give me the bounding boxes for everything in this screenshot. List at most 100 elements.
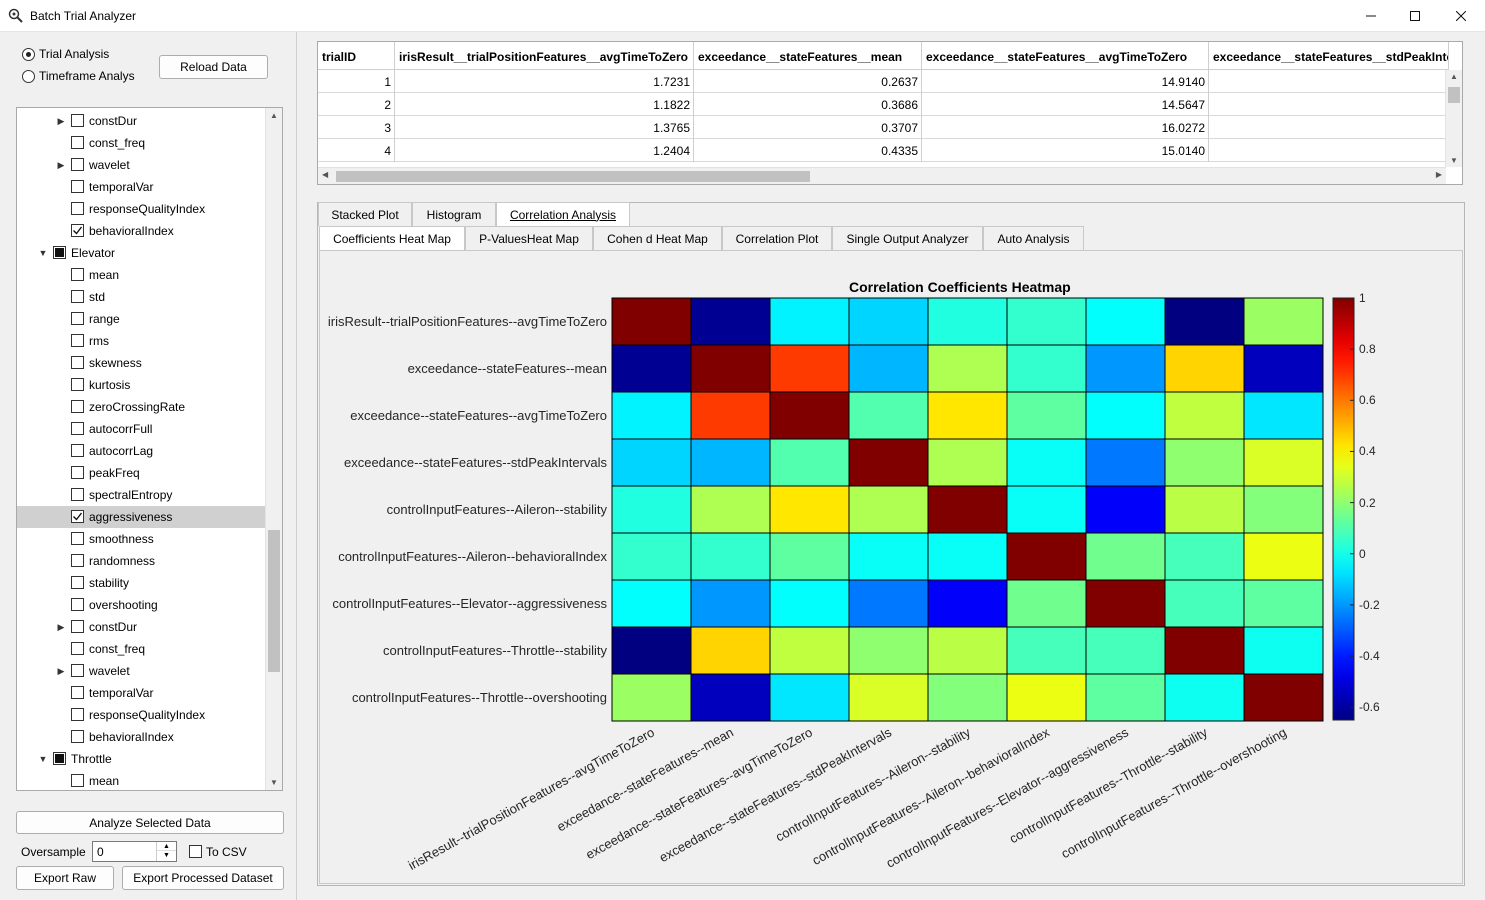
tab-inner[interactable]: Auto Analysis <box>983 226 1084 250</box>
tree-item[interactable]: peakFreq <box>17 462 265 484</box>
table-hscroll-thumb[interactable] <box>336 171 810 182</box>
panel-divider[interactable] <box>296 32 297 900</box>
tab-inner[interactable]: Correlation Plot <box>722 226 832 250</box>
tree-checkbox[interactable] <box>71 488 84 501</box>
export-raw-button[interactable]: Export Raw <box>16 866 114 890</box>
tree-item[interactable]: const_freq <box>17 638 265 660</box>
tree-checkbox[interactable] <box>71 466 84 479</box>
scroll-down-icon[interactable]: ▼ <box>1450 156 1458 165</box>
table-cell[interactable] <box>1209 93 1449 116</box>
tree-checkbox[interactable] <box>71 730 84 743</box>
tab-inner[interactable]: Coefficients Heat Map <box>319 226 465 250</box>
tree-checkbox[interactable] <box>71 642 84 655</box>
tree-checkbox[interactable] <box>71 202 84 215</box>
tree-item[interactable]: std <box>17 286 265 308</box>
table-cell[interactable] <box>1209 139 1449 162</box>
tree-item[interactable]: stability <box>17 572 265 594</box>
table-cell[interactable]: 15.0140 <box>922 139 1209 162</box>
tree-item[interactable]: spectralEntropy <box>17 484 265 506</box>
table-hscroll[interactable]: ◀ ▶ <box>318 167 1446 184</box>
table-cell[interactable]: 2 <box>318 93 395 116</box>
tree-item[interactable]: temporalVar <box>17 682 265 704</box>
tree-checkbox[interactable] <box>71 708 84 721</box>
tree-item[interactable]: mean <box>17 264 265 286</box>
tree-item[interactable]: autocorrLag <box>17 440 265 462</box>
tree-item[interactable]: temporalVar <box>17 176 265 198</box>
tree-item[interactable]: autocorrFull <box>17 418 265 440</box>
tree-item[interactable]: range <box>17 308 265 330</box>
expand-down-icon[interactable]: ▼ <box>39 754 48 764</box>
table-row[interactable]: 1 1.7231 0.2637 14.9140 <box>318 70 1449 93</box>
tree-item[interactable]: overshooting <box>17 594 265 616</box>
tree-item[interactable]: skewness <box>17 352 265 374</box>
table-row[interactable]: 3 1.3765 0.3707 16.0272 <box>318 116 1449 139</box>
maximize-icon[interactable] <box>1392 0 1438 32</box>
tree-checkbox[interactable] <box>53 246 66 259</box>
tree-checkbox[interactable] <box>71 356 84 369</box>
column-header[interactable]: irisResult__trialPositionFeatures__avgTi… <box>395 42 694 70</box>
minimize-icon[interactable] <box>1348 0 1394 32</box>
tab-outer[interactable]: Histogram <box>412 202 496 226</box>
tree-checkbox[interactable] <box>71 664 84 677</box>
tree-checkbox[interactable] <box>71 114 84 127</box>
tree-checkbox[interactable] <box>71 268 84 281</box>
table-vscroll-thumb[interactable] <box>1448 87 1460 103</box>
tree-item[interactable]: behavioralIndex <box>17 726 265 748</box>
spin-down-icon[interactable]: ▼ <box>157 851 176 860</box>
tree-checkbox[interactable] <box>71 576 84 589</box>
column-header[interactable]: exceedance__stateFeatures__stdPeakInterv… <box>1209 42 1449 70</box>
tree-checkbox[interactable] <box>71 532 84 545</box>
tree-item[interactable]: ▶ wavelet <box>17 154 265 176</box>
tree-item[interactable]: zeroCrossingRate <box>17 396 265 418</box>
to-csv-checkbox[interactable] <box>189 845 202 858</box>
expand-right-icon[interactable]: ▶ <box>57 160 65 170</box>
table-cell[interactable]: 0.3707 <box>694 116 922 139</box>
expand-down-icon[interactable]: ▼ <box>39 248 48 258</box>
table-cell[interactable] <box>1209 116 1449 139</box>
export-processed-button[interactable]: Export Processed Dataset <box>122 866 284 890</box>
tree-checkbox[interactable] <box>71 422 84 435</box>
table-cell[interactable]: 4 <box>318 139 395 162</box>
table-cell[interactable]: 0.3686 <box>694 93 922 116</box>
tree-checkbox[interactable] <box>71 400 84 413</box>
tree-item[interactable]: kurtosis <box>17 374 265 396</box>
table-cell[interactable]: 1.1822 <box>395 93 694 116</box>
close-icon[interactable] <box>1438 0 1484 32</box>
spin-up-icon[interactable]: ▲ <box>157 842 176 851</box>
tree-item[interactable]: ▼ Elevator <box>17 242 265 264</box>
tree-item[interactable]: aggressiveness <box>17 506 265 528</box>
table-cell[interactable]: 1 <box>318 70 395 93</box>
tree-item[interactable]: ▶ wavelet <box>17 660 265 682</box>
tree-item[interactable]: smoothness <box>17 528 265 550</box>
data-table[interactable]: trialID irisResult__trialPositionFeatures… <box>317 41 1463 185</box>
column-header[interactable]: trialID <box>318 42 395 70</box>
tree-checkbox[interactable] <box>71 554 84 567</box>
table-cell[interactable]: 1.3765 <box>395 116 694 139</box>
tree-checkbox[interactable] <box>71 378 84 391</box>
tree-item[interactable]: responseQualityIndex <box>17 704 265 726</box>
tree-item[interactable]: ▶ constDur <box>17 110 265 132</box>
scroll-up-icon[interactable]: ▲ <box>1450 72 1458 81</box>
oversample-spinner[interactable]: 0 ▲ ▼ <box>92 841 177 862</box>
tree-item[interactable]: mean <box>17 770 265 790</box>
tree-checkbox[interactable] <box>71 686 84 699</box>
tree-checkbox[interactable] <box>71 158 84 171</box>
tree-checkbox[interactable] <box>71 312 84 325</box>
table-cell[interactable]: 14.5647 <box>922 93 1209 116</box>
tree-checkbox[interactable] <box>71 136 84 149</box>
table-cell[interactable]: 0.4335 <box>694 139 922 162</box>
tree-scroll-thumb[interactable] <box>268 530 280 672</box>
table-cell[interactable] <box>1209 70 1449 93</box>
table-cell[interactable]: 0.2637 <box>694 70 922 93</box>
tree-checkbox[interactable] <box>71 510 84 523</box>
tree-checkbox[interactable] <box>53 752 66 765</box>
tree-scrollbar[interactable]: ▲ ▼ <box>265 108 282 790</box>
tree-checkbox[interactable] <box>71 620 84 633</box>
tab-inner[interactable]: P-ValuesHeat Map <box>465 226 593 250</box>
scroll-right-icon[interactable]: ▶ <box>1436 170 1442 179</box>
tree-item[interactable]: const_freq <box>17 132 265 154</box>
column-header[interactable]: exceedance__stateFeatures__mean <box>694 42 922 70</box>
scroll-down-icon[interactable]: ▼ <box>270 778 278 787</box>
feature-tree[interactable]: ▶ constDur const_freq ▶ wavelet temporalVar re… <box>16 107 283 791</box>
tree-item[interactable]: rms <box>17 330 265 352</box>
